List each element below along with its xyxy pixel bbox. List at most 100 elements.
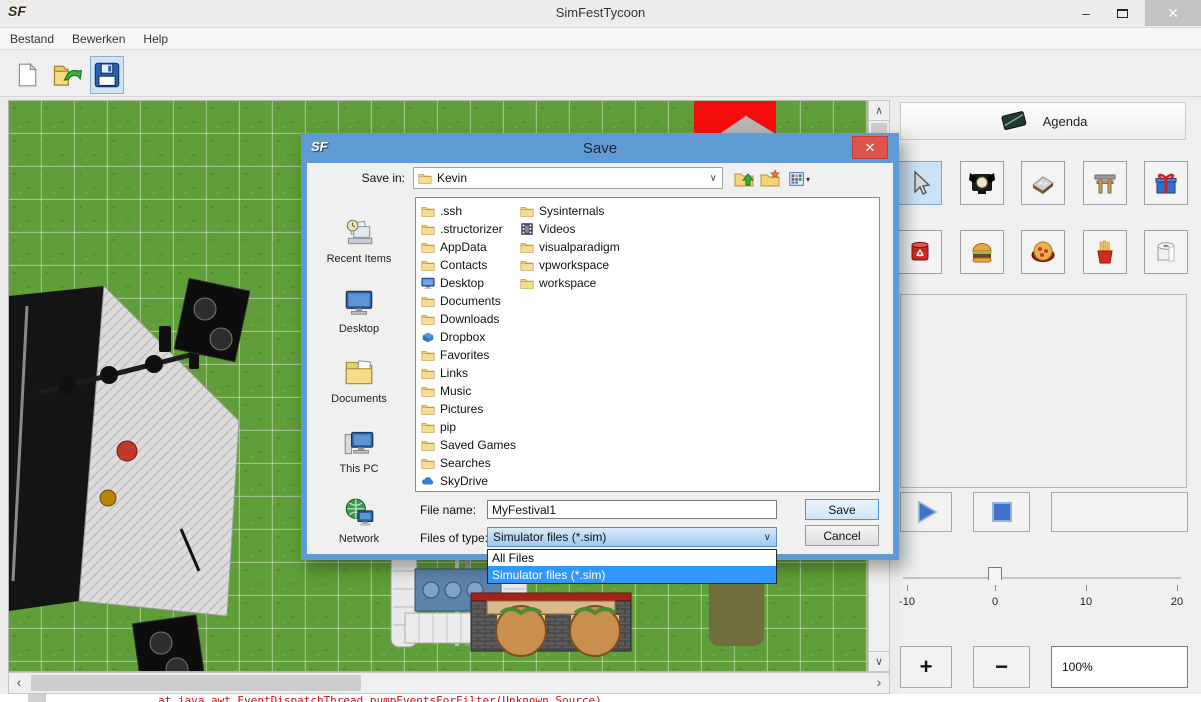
tool-pizza-button[interactable] [1021,230,1065,274]
chevron-down-icon[interactable]: ∨ [710,173,717,184]
play-button[interactable] [900,492,952,532]
road-tile-icon [1030,170,1056,196]
file-item[interactable]: pip [421,418,456,435]
title-bar[interactable]: SF SimFestTycoon – ✕ [0,0,1201,26]
stop-button[interactable] [973,492,1030,532]
tool-toilet-paper-button[interactable] [1144,230,1188,274]
tool-spotlight-button[interactable] [960,161,1004,205]
dialog-title-bar[interactable]: SF Save ✕ [307,133,893,163]
place-recent-items[interactable]: Recent Items [311,203,407,265]
tool-burger-button[interactable] [960,230,1004,274]
place-network[interactable]: Network [311,483,407,545]
place-this-pc[interactable]: This PC [311,413,407,475]
monitor-icon [421,276,435,290]
file-item[interactable]: visualparadigm [520,238,620,255]
new-folder-button[interactable] [759,168,781,190]
new-file-button[interactable] [10,57,44,93]
new-file-icon [14,60,40,90]
tool-gift-button[interactable] [1144,161,1188,205]
menu-bestand[interactable]: Bestand [10,32,54,46]
tool-road-button[interactable] [1021,161,1065,205]
file-item[interactable]: Pictures [421,400,483,417]
files-of-type-value: Simulator files (*.sim) [493,530,606,544]
maximize-button[interactable] [1107,0,1137,26]
minimize-button[interactable]: – [1071,0,1101,26]
tool-fries-button[interactable] [1083,230,1127,274]
tool-entrance-gate-button[interactable] [1083,161,1127,205]
speed-slider-thumb[interactable] [988,567,1002,587]
file-item-label: Videos [539,222,575,236]
file-item[interactable]: Videos [520,220,575,237]
scroll-down-icon[interactable]: ∨ [869,651,889,671]
dialog-close-button[interactable]: ✕ [852,136,888,159]
folder-icon [421,348,435,362]
file-item[interactable]: Contacts [421,256,487,273]
save-file-button[interactable] [90,56,124,94]
scroll-right-icon[interactable]: › [869,673,889,693]
speed-slider-track[interactable] [903,577,1181,579]
toilet-paper-icon [1153,239,1179,265]
file-item[interactable]: Music [421,382,471,399]
file-item-label: Pictures [440,402,483,416]
tool-trash-can-button[interactable] [898,230,942,274]
folder-up-icon [734,169,754,189]
caret-down-icon: ▾ [806,175,810,184]
up-one-level-button[interactable] [733,168,755,190]
scroll-up-icon[interactable]: ∧ [869,101,889,121]
file-item[interactable]: .ssh [421,202,462,219]
folder-icon [421,384,435,398]
files-of-type-combobox[interactable]: Simulator files (*.sim) ∨ [487,527,777,547]
place-documents[interactable]: Documents [311,343,407,405]
cancel-button[interactable]: Cancel [805,525,879,546]
folder-icon [421,240,435,254]
zoom-level-field[interactable]: 100% [1051,646,1188,688]
file-item[interactable]: Saved Games [421,436,516,453]
dropdown-option-all-files[interactable]: All Files [488,550,776,566]
place-desktop[interactable]: Desktop [311,273,407,335]
save-button[interactable]: Save [805,499,879,520]
file-item[interactable]: Links [421,364,468,381]
file-item[interactable]: SkyDrive [421,472,488,489]
file-item[interactable]: vpworkspace [520,256,609,273]
toolbar [0,51,1201,97]
tool-cursor-button[interactable] [898,161,942,205]
file-item[interactable]: Desktop [421,274,484,291]
horizontal-scroll-thumb[interactable] [31,675,361,691]
menu-help[interactable]: Help [143,32,168,46]
info-panel [900,294,1187,488]
zoom-in-button[interactable]: + [900,646,952,688]
file-item-label: Favorites [440,348,489,362]
file-type-dropdown: All Files Simulator files (*.sim) [487,549,777,584]
menu-bewerken[interactable]: Bewerken [72,32,125,46]
file-item[interactable]: workspace [520,274,596,291]
file-name-label: File name: [420,503,476,517]
file-item[interactable]: AppData [421,238,487,255]
dropdown-option-sim-files[interactable]: Simulator files (*.sim) [488,566,776,583]
dialog-app-icon: SF [311,139,328,154]
dialog-title: Save [307,140,893,157]
file-item-label: Saved Games [440,438,516,452]
chevron-down-icon[interactable]: ∨ [764,532,771,543]
file-name-input[interactable] [487,500,777,519]
file-item[interactable]: Searches [421,454,491,471]
file-item[interactable]: Favorites [421,346,489,363]
open-file-button[interactable] [50,57,84,93]
file-item[interactable]: .structorizer [421,220,503,237]
dialog-body: Save in: Kevin ∨ ▾ Recent Items [307,163,893,554]
file-list[interactable]: .ssh .structorizer AppData Contacts Desk… [415,197,880,492]
canvas-horizontal-scrollbar[interactable]: ‹ › [8,672,890,694]
folder-icon [520,204,534,218]
burger-stand[interactable] [471,593,631,656]
file-item[interactable]: Sysinternals [520,202,604,219]
zoom-out-button[interactable]: − [973,646,1030,688]
close-button[interactable]: ✕ [1145,0,1201,26]
file-item[interactable]: Dropbox [421,328,485,345]
save-in-combobox[interactable]: Kevin ∨ [413,167,723,189]
file-item-label: pip [440,420,456,434]
scroll-left-icon[interactable]: ‹ [9,673,29,693]
file-item[interactable]: Downloads [421,310,499,327]
agenda-button[interactable]: Agenda [900,102,1186,140]
view-menu-button[interactable]: ▾ [785,168,813,190]
file-item[interactable]: Documents [421,292,501,309]
view-menu-icon [788,170,806,188]
